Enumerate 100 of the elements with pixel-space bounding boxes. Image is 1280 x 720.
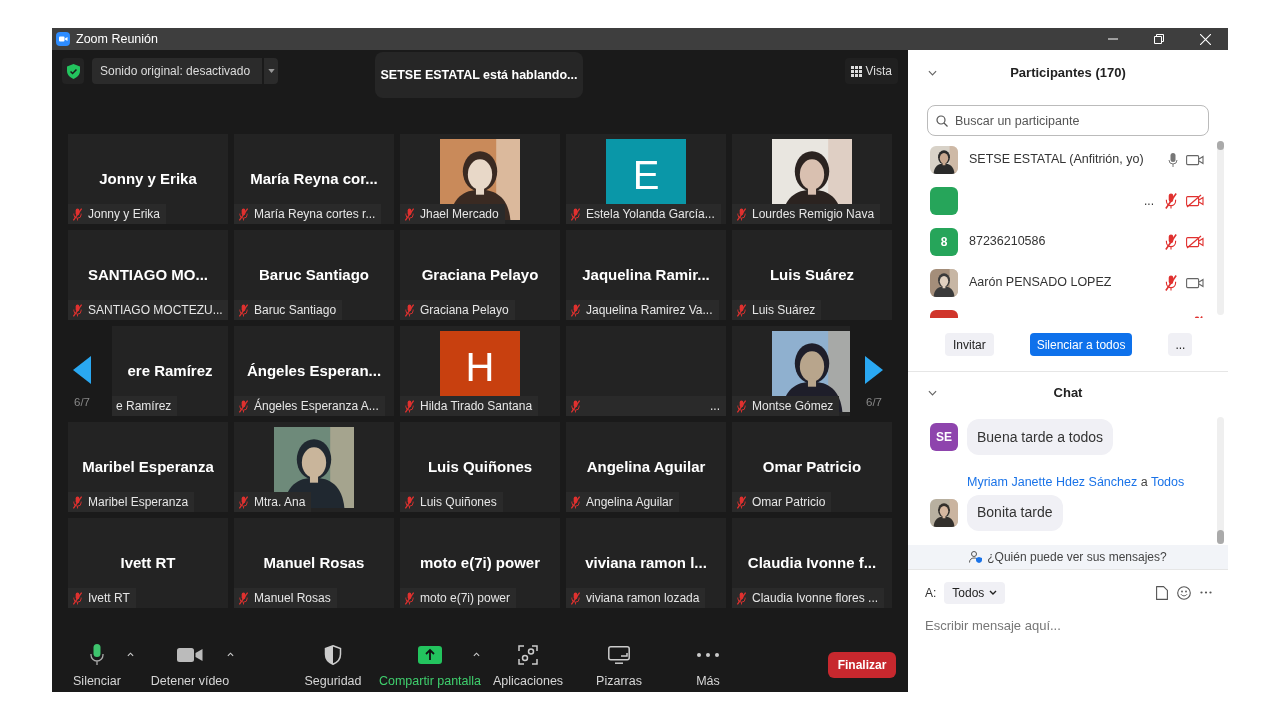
name-label: Claudia Ivonne flores ... <box>752 590 879 607</box>
left-triangle-icon <box>73 356 91 384</box>
video-tile[interactable]: Manuel Rosas Manuel Rosas <box>234 518 394 608</box>
original-sound-button[interactable]: Sonido original: desactivado <box>92 58 262 84</box>
toolbar-button[interactable]: Detener vídeo <box>142 640 238 691</box>
video-tile[interactable]: E Estela Yolanda García... <box>566 134 726 224</box>
person-icon <box>969 551 984 563</box>
video-tile[interactable]: Angelina Aguilar Angelina Aguilar <box>566 422 726 512</box>
privacy-notice-bar[interactable]: ¿Quién puede ver sus mensajes? <box>908 545 1228 569</box>
toolbar-button[interactable]: Pizarras <box>579 640 659 691</box>
panel-title: Participantes (170) <box>1010 64 1126 83</box>
video-tile[interactable]: SANTIAGO MO... SANTIAGO MOCTEZU... <box>68 230 228 320</box>
video-tile[interactable]: Montse Gómez <box>732 326 850 416</box>
toolbar-button[interactable]: Compartir pantalla <box>378 640 482 691</box>
name-label: SANTIAGO MOCTEZU... <box>88 302 223 319</box>
recipient-label: A: <box>925 584 937 602</box>
previous-page-button[interactable] <box>73 356 91 384</box>
security-badge[interactable] <box>62 58 84 84</box>
video-tile[interactable]: Omar Patricio Omar Patricio <box>732 422 892 512</box>
video-tile[interactable]: Luis Quiñones Luis Quiñones <box>400 422 560 512</box>
name-label: ... <box>710 398 720 415</box>
name-label: Manuel Rosas <box>254 590 331 607</box>
video-tile[interactable]: Luis Suárez Luis Suárez <box>732 230 892 320</box>
video-tile[interactable]: viviana ramon l... viviana ramon lozada <box>566 518 726 608</box>
video-tile[interactable]: Lourdes Remigio Nava <box>732 134 892 224</box>
name-label: Mtra. Ana <box>254 494 306 511</box>
recipient-dropdown[interactable]: Todos <box>944 581 1006 604</box>
name-label: viviana ramon lozada <box>586 590 700 607</box>
avatar: SE <box>930 423 958 451</box>
action-button[interactable]: ... <box>1168 333 1193 356</box>
mute-all-button[interactable]: Silenciar a todos <box>1029 333 1133 356</box>
shield-icon <box>324 645 342 665</box>
video-tile[interactable]: Jhael Mercado <box>400 134 560 224</box>
participant-name: María Reyna cor... <box>250 170 378 187</box>
search-field[interactable]: Buscar un participante <box>927 105 1209 136</box>
share-screen-icon <box>418 646 442 664</box>
name-label: Maribel Esperanza <box>88 494 189 511</box>
participant-name: moto e(7i) power <box>420 554 540 571</box>
toolbar-button[interactable]: Aplicaciones <box>484 640 572 691</box>
message-input[interactable]: Escribir mensaje aquí... <box>925 615 1211 635</box>
participant-name: Omar Patricio <box>762 458 862 475</box>
video-tile[interactable]: Baruc Santiago Baruc Santiago <box>234 230 394 320</box>
name-label: Lourdes Remigio Nava <box>752 206 875 223</box>
emoji-icon[interactable] <box>1177 585 1191 600</box>
page-indicator: 6/7 <box>74 395 90 410</box>
collapse-chevron-icon[interactable] <box>928 70 937 76</box>
video-tile[interactable]: Maribel Esperanza Maribel Esperanza <box>68 422 228 512</box>
participant-name: Baruc Santiago <box>259 266 369 283</box>
name-label: Jonny y Erika <box>88 206 161 223</box>
participant-name: SETSE ESTATAL (Anfitrión, yo) <box>969 151 1144 169</box>
video-tile[interactable]: moto e(7i) power moto e(7i) power <box>400 518 560 608</box>
page-indicator: 6/7 <box>866 395 882 410</box>
message-bubble: Bonita tarde <box>967 494 1063 531</box>
participant-name: Luis Suárez <box>769 266 855 283</box>
toolbar-button[interactable]: Silenciar <box>52 640 142 691</box>
end-meeting-button[interactable]: Finalizar <box>828 652 896 678</box>
video-tile[interactable]: Claudia Ivonne f... Claudia Ivonne flores ... <box>732 518 892 608</box>
name-label: Montse Gómez <box>752 398 834 415</box>
action-button[interactable]: Invitar <box>945 333 994 356</box>
participant-name: Jaquelina Ramir... <box>582 266 710 283</box>
toolbar-button[interactable]: Seguridad <box>293 640 373 691</box>
participant-name: Graciana Pelayo <box>421 266 539 283</box>
video-tile[interactable]: Jonny y Erika Jonny y Erika <box>68 134 228 224</box>
close-icon <box>1199 33 1211 45</box>
video-tile[interactable]: Ángeles Esperan... Ángeles Esperanza A... <box>234 326 394 416</box>
next-page-button[interactable] <box>865 356 883 384</box>
video-tile[interactable]: Jaquelina Ramir... Jaquelina Ramirez Va... <box>566 230 726 320</box>
video-tile[interactable]: ere Ramírez e Ramírez <box>112 326 228 416</box>
more-icon[interactable] <box>1200 591 1212 594</box>
scrollbar[interactable] <box>1217 417 1224 544</box>
view-button[interactable]: Vista <box>844 58 898 84</box>
video-tile[interactable]: Ivett RT Ivett RT <box>68 518 228 608</box>
video-tile[interactable]: Graciana Pelayo Graciana Pelayo <box>400 230 560 320</box>
video-tile[interactable]: María Reyna cor... María Reyna cortes r... <box>234 134 394 224</box>
toolbar-button[interactable]: Más <box>668 640 748 691</box>
name-label: moto e(7i) power <box>420 590 511 607</box>
video-tile[interactable]: Mtra. Ana <box>234 422 394 512</box>
name-label: Luis Suárez <box>752 302 816 319</box>
dropdown-button[interactable] <box>264 58 278 84</box>
scrollbar[interactable] <box>1217 141 1224 315</box>
participant-name: SANTIAGO MO... <box>88 266 208 283</box>
video-tile[interactable]: H Hilda Tirado Santana <box>400 326 560 416</box>
message-sender: Myriam Janette Hdez Sánchez a Todos <box>967 474 1186 491</box>
participant-row[interactable]: Aarón PENSADO LOPEZ <box>908 262 1228 303</box>
participant-row[interactable]: 8 87236210586 <box>908 221 1228 262</box>
whiteboard-icon <box>608 646 630 664</box>
participant-row[interactable]: ... <box>908 180 1228 221</box>
file-icon[interactable] <box>1156 585 1168 600</box>
participant-name: Claudia Ivonne f... <box>747 554 877 571</box>
participant-row[interactable]: SETSE ESTATAL (Anfitrión, yo) <box>908 139 1228 180</box>
caret-up-icon <box>126 651 134 657</box>
camera-app-icon <box>56 32 70 46</box>
collapse-chevron-icon[interactable] <box>928 389 937 396</box>
video-tile[interactable]: ... <box>566 326 726 416</box>
participant-name: 87236210586 <box>969 233 1046 251</box>
name-label: Jaquelina Ramirez Va... <box>586 302 713 319</box>
grid-icon <box>850 65 862 77</box>
participant-name: viviana ramon l... <box>585 554 707 571</box>
name-label: Omar Patricio <box>752 494 826 511</box>
name-label: Angelina Aguilar <box>586 494 673 511</box>
